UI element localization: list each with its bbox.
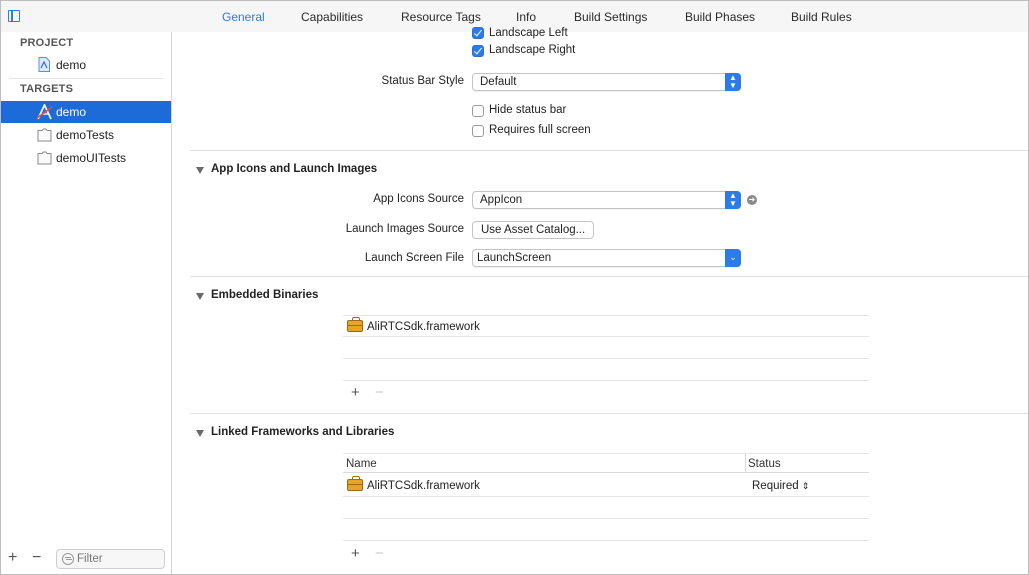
landscape-right-label: Landscape Right bbox=[489, 44, 576, 56]
project-item-label: demo bbox=[56, 58, 87, 72]
filter-input[interactable] bbox=[77, 551, 161, 567]
xcode-window: General Capabilities Resource Tags Info … bbox=[0, 0, 1029, 575]
table-row-empty bbox=[343, 359, 869, 381]
status-bar-style-popup[interactable]: Default ▲ ▼ bbox=[472, 73, 741, 91]
status-bar-style-value: Default bbox=[480, 76, 517, 88]
target-item-label: demoTests bbox=[56, 128, 115, 142]
disclosure-triangle-icon[interactable] bbox=[196, 293, 204, 300]
landscape-right-checkbox[interactable] bbox=[472, 45, 484, 57]
app-target-icon bbox=[36, 104, 53, 120]
sidebar-divider bbox=[9, 78, 163, 79]
requires-full-screen-checkbox[interactable] bbox=[472, 125, 484, 137]
hide-status-bar-label: Hide status bar bbox=[489, 104, 567, 116]
table-row[interactable]: AliRTCSdk.framework bbox=[343, 315, 869, 337]
test-bundle-icon bbox=[37, 151, 52, 165]
navigator-toggle-icon[interactable] bbox=[8, 10, 20, 22]
table-header: Name Status bbox=[343, 453, 869, 473]
launch-images-source-label: Launch Images Source bbox=[345, 223, 464, 235]
framework-name: AliRTCSdk.framework bbox=[367, 480, 480, 492]
table-row-empty bbox=[343, 497, 869, 519]
disclosure-triangle-icon[interactable] bbox=[196, 430, 204, 437]
app-icons-source-label: App Icons Source bbox=[373, 193, 464, 205]
launch-screen-file-label: Launch Screen File bbox=[364, 252, 464, 264]
framework-icon bbox=[347, 317, 363, 332]
add-embedded-binary-button[interactable]: + bbox=[351, 384, 360, 401]
project-header: PROJECT bbox=[20, 37, 74, 49]
tab-general[interactable]: General bbox=[222, 10, 265, 24]
framework-icon bbox=[347, 476, 363, 491]
filter-field[interactable] bbox=[56, 549, 165, 569]
project-item-demo[interactable]: demo bbox=[1, 54, 171, 76]
target-item-demouitests[interactable]: demoUITests bbox=[1, 147, 171, 169]
landscape-left-label: Landscape Left bbox=[489, 27, 568, 39]
target-item-demo[interactable]: demo bbox=[1, 101, 171, 123]
tab-info[interactable]: Info bbox=[516, 10, 536, 24]
app-icons-source-value: AppIcon bbox=[480, 194, 523, 206]
target-item-demotests[interactable]: demoTests bbox=[1, 124, 171, 146]
app-icons-source-popup[interactable]: AppIcon ▲ ▼ bbox=[472, 191, 741, 209]
section-divider bbox=[190, 150, 1028, 151]
column-header-name[interactable]: Name bbox=[346, 458, 377, 470]
tab-build-settings[interactable]: Build Settings bbox=[574, 10, 647, 24]
table-row-empty bbox=[343, 337, 869, 359]
popup-chevron-icon: ▲ ▼ bbox=[725, 191, 741, 209]
status-value: Required bbox=[752, 480, 799, 492]
app-icons-section-title: App Icons and Launch Images bbox=[211, 163, 378, 175]
embedded-binaries-table: AliRTCSdk.framework + − bbox=[343, 315, 869, 405]
section-divider bbox=[190, 413, 1028, 414]
target-item-label: demoUITests bbox=[56, 151, 127, 165]
table-row-empty bbox=[343, 519, 869, 541]
add-target-button[interactable]: + bbox=[8, 549, 17, 567]
sidebar-bottom-bar: + − bbox=[1, 544, 171, 574]
up-down-chevron-icon: ⇕ bbox=[801, 481, 810, 491]
launch-screen-file-value: LaunchScreen bbox=[477, 252, 552, 264]
test-bundle-icon bbox=[37, 128, 52, 142]
requires-full-screen-label: Requires full screen bbox=[489, 124, 591, 136]
remove-embedded-binary-button[interactable]: − bbox=[375, 384, 384, 401]
hide-status-bar-checkbox[interactable] bbox=[472, 105, 484, 117]
tab-build-phases[interactable]: Build Phases bbox=[685, 10, 755, 24]
use-asset-catalog-button[interactable]: Use Asset Catalog... bbox=[472, 221, 595, 239]
go-to-asset-icon[interactable]: ➜ bbox=[747, 195, 757, 205]
filter-icon bbox=[62, 553, 74, 565]
status-popup[interactable]: Required ⇕ bbox=[752, 480, 809, 492]
target-item-label: demo bbox=[56, 105, 87, 119]
table-row[interactable]: AliRTCSdk.framework Required ⇕ bbox=[343, 475, 869, 497]
targets-header: TARGETS bbox=[20, 83, 74, 95]
tab-capabilities[interactable]: Capabilities bbox=[301, 10, 363, 24]
launch-screen-file-combo[interactable]: LaunchScreen ⌄ bbox=[472, 249, 741, 267]
combo-chevron-icon: ⌄ bbox=[725, 249, 741, 267]
embedded-binaries-section-title: Embedded Binaries bbox=[211, 289, 319, 301]
remove-target-button[interactable]: − bbox=[32, 549, 41, 567]
disclosure-triangle-icon[interactable] bbox=[196, 167, 204, 174]
project-file-icon bbox=[38, 57, 50, 72]
general-settings-pane: Landscape Left Landscape Right Status Ba… bbox=[172, 27, 1028, 574]
column-divider bbox=[745, 454, 746, 473]
landscape-left-checkbox[interactable] bbox=[472, 27, 484, 39]
linked-frameworks-table: Name Status AliRTCSdk.framework Required… bbox=[343, 453, 869, 563]
section-divider bbox=[190, 276, 1028, 277]
project-navigator: PROJECT demo TARGETS demo demoTests demo… bbox=[1, 32, 172, 574]
linked-frameworks-section-title: Linked Frameworks and Libraries bbox=[211, 426, 395, 438]
status-bar-style-label: Status Bar Style bbox=[381, 75, 464, 87]
remove-linked-framework-button[interactable]: − bbox=[375, 545, 384, 562]
popup-chevron-icon: ▲ ▼ bbox=[725, 73, 741, 91]
column-header-status[interactable]: Status bbox=[748, 458, 781, 470]
framework-name: AliRTCSdk.framework bbox=[367, 321, 480, 333]
add-linked-framework-button[interactable]: + bbox=[351, 545, 360, 562]
tab-build-rules[interactable]: Build Rules bbox=[791, 10, 852, 24]
tab-resource-tags[interactable]: Resource Tags bbox=[401, 10, 481, 24]
